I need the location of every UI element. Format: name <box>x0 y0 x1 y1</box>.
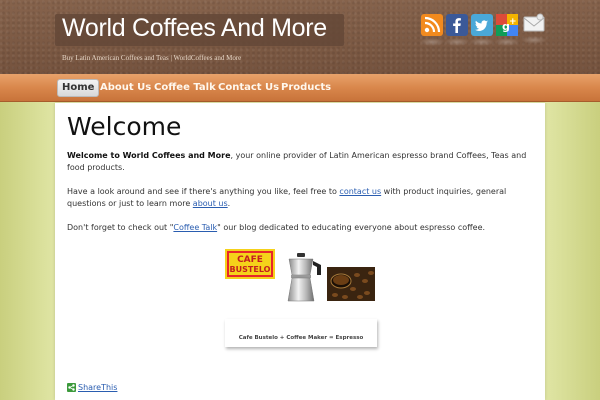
coffee-maker-image <box>287 253 321 302</box>
nav-coffee-talk[interactable]: Coffee Talk <box>150 79 220 97</box>
contact-text-3: . <box>227 199 231 208</box>
nav-home[interactable]: Home <box>57 79 100 97</box>
bustelo-brand-text-2: BUSTELO <box>230 265 271 274</box>
page-title: Welcome <box>67 112 182 141</box>
intro-bold: Welcome to World Coffees and More <box>67 151 231 160</box>
coffee-talk-paragraph: Don't forget to check out "Coffee Talk" … <box>67 222 537 234</box>
coffee-beans-image <box>327 267 375 301</box>
main-content: Welcome Welcome to World Coffees and Mor… <box>55 103 545 400</box>
site-header: World Coffees And More Buy Latin America… <box>0 0 600 74</box>
intro-paragraph: Welcome to World Coffees and More, your … <box>67 150 537 174</box>
email-icon[interactable] <box>521 12 547 44</box>
coffee-talk-text-2: " our blog dedicated to educating everyo… <box>217 223 486 232</box>
contact-us-link[interactable]: contact us <box>339 187 381 196</box>
share-icon <box>67 383 76 392</box>
rss-icon[interactable] <box>419 14 445 46</box>
nav-contact-us[interactable]: Contact Us <box>214 79 283 97</box>
site-tagline: Buy Latin American Coffees and Teas | Wo… <box>62 54 242 62</box>
main-nav: Home About Us Coffee Talk Contact Us Pro… <box>0 74 600 102</box>
coffee-talk-text-1: Don't forget to check out " <box>67 223 174 232</box>
contact-text-1: Have a look around and see if there's an… <box>67 187 340 196</box>
cafe-bustelo-image: CAFE BUSTELO <box>225 249 275 279</box>
image-caption-box: Cafe Bustelo + Coffee Maker = Espresso <box>225 319 377 347</box>
contact-paragraph: Have a look around and see if there's an… <box>67 186 537 210</box>
bustelo-brand-text-1: CAFE <box>237 255 263 265</box>
coffee-talk-link[interactable]: Coffee Talk <box>173 223 217 232</box>
share-this-label[interactable]: ShareThis <box>78 383 117 392</box>
nav-about-us[interactable]: About Us <box>96 79 155 97</box>
facebook-icon[interactable] <box>444 14 470 46</box>
site-title[interactable]: World Coffees And More <box>62 14 327 43</box>
google-plus-icon[interactable]: g + <box>494 14 520 46</box>
twitter-icon[interactable] <box>469 14 495 46</box>
image-caption: Cafe Bustelo + Coffee Maker = Espresso <box>238 335 364 341</box>
svg-text:+: + <box>509 17 517 27</box>
about-us-link[interactable]: about us <box>193 199 228 208</box>
nav-products[interactable]: Products <box>277 79 335 97</box>
